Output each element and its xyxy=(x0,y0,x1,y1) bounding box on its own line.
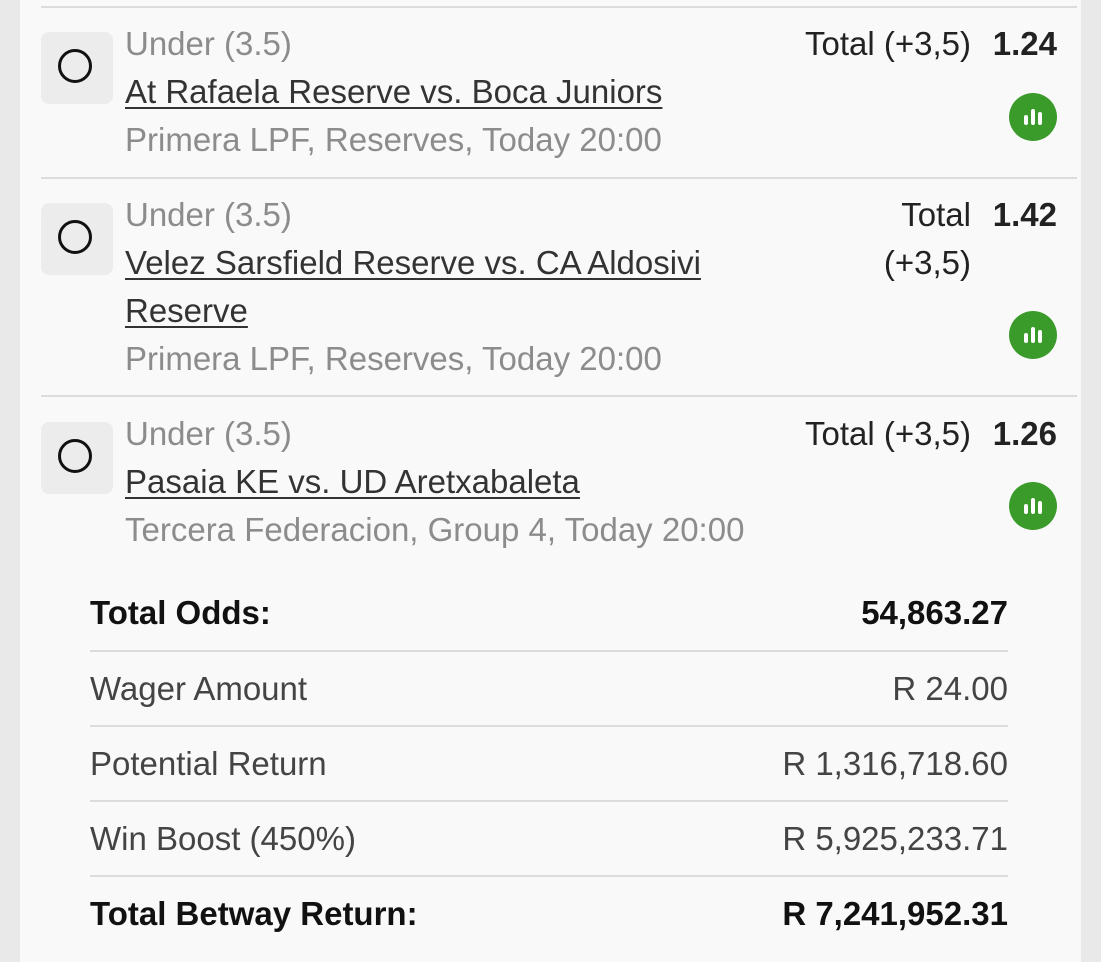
leg-odds: 1.42 xyxy=(992,196,1057,233)
radio-circle-icon xyxy=(58,49,92,83)
total-return-value: R 7,241,952.31 xyxy=(782,895,1008,932)
leg-event-link[interactable]: At Rafaela Reserve vs. Boca Juniors xyxy=(125,68,662,116)
total-odds-label: Total Odds: xyxy=(90,594,271,631)
leg-select-radio[interactable] xyxy=(41,203,113,275)
bar-chart-icon[interactable] xyxy=(1009,93,1057,141)
win-boost-value: R 5,925,233.71 xyxy=(782,820,1008,857)
leg-league-time: Tercera Federacion, Group 4, Today 20:00 xyxy=(125,511,745,548)
total-return-row: Total Betway Return: R 7,241,952.31 xyxy=(90,877,1008,951)
leg-market: Under (3.5) xyxy=(125,415,292,452)
potential-return-label: Potential Return xyxy=(90,745,327,782)
divider xyxy=(41,6,1077,8)
leg-select-radio[interactable] xyxy=(41,422,113,494)
leg-odds: 1.24 xyxy=(992,25,1057,62)
win-boost-row: Win Boost (450%) R 5,925,233.71 xyxy=(90,802,1008,876)
leg-market: Under (3.5) xyxy=(125,25,292,62)
leg-selection: Total (+3,5) xyxy=(805,25,971,62)
betslip-panel: Under (3.5) At Rafaela Reserve vs. Boca … xyxy=(20,0,1081,962)
potential-return-value: R 1,316,718.60 xyxy=(782,745,1008,782)
radio-circle-icon xyxy=(58,439,92,473)
leg-league-time: Primera LPF, Reserves, Today 20:00 xyxy=(125,340,662,377)
radio-circle-icon xyxy=(58,220,92,254)
win-boost-label: Win Boost (450%) xyxy=(90,820,356,857)
divider xyxy=(41,177,1077,179)
leg-market: Under (3.5) xyxy=(125,196,292,233)
leg-selection: Total xyxy=(901,196,971,233)
leg-event-link-line2[interactable]: Reserve xyxy=(125,287,248,335)
wager-label: Wager Amount xyxy=(90,670,308,707)
leg-odds: 1.26 xyxy=(992,415,1057,452)
total-odds-value: 54,863.27 xyxy=(861,594,1008,631)
divider xyxy=(41,395,1077,397)
leg-event-link[interactable]: Pasaia KE vs. UD Aretxabaleta xyxy=(125,458,580,506)
bar-chart-icon[interactable] xyxy=(1009,482,1057,530)
potential-return-row: Potential Return R 1,316,718.60 xyxy=(90,727,1008,801)
leg-select-radio[interactable] xyxy=(41,32,113,104)
total-return-label: Total Betway Return: xyxy=(90,895,418,932)
total-odds-row: Total Odds: 54,863.27 xyxy=(90,576,1008,650)
leg-selection-line2: (+3,5) xyxy=(883,244,971,281)
wager-row: Wager Amount R 24.00 xyxy=(90,652,1008,726)
wager-value: R 24.00 xyxy=(892,670,1008,707)
leg-selection: Total (+3,5) xyxy=(805,415,971,452)
leg-event-link[interactable]: Velez Sarsfield Reserve vs. CA Aldosivi xyxy=(125,239,701,287)
leg-league-time: Primera LPF, Reserves, Today 20:00 xyxy=(125,121,662,158)
bar-chart-icon[interactable] xyxy=(1009,311,1057,359)
